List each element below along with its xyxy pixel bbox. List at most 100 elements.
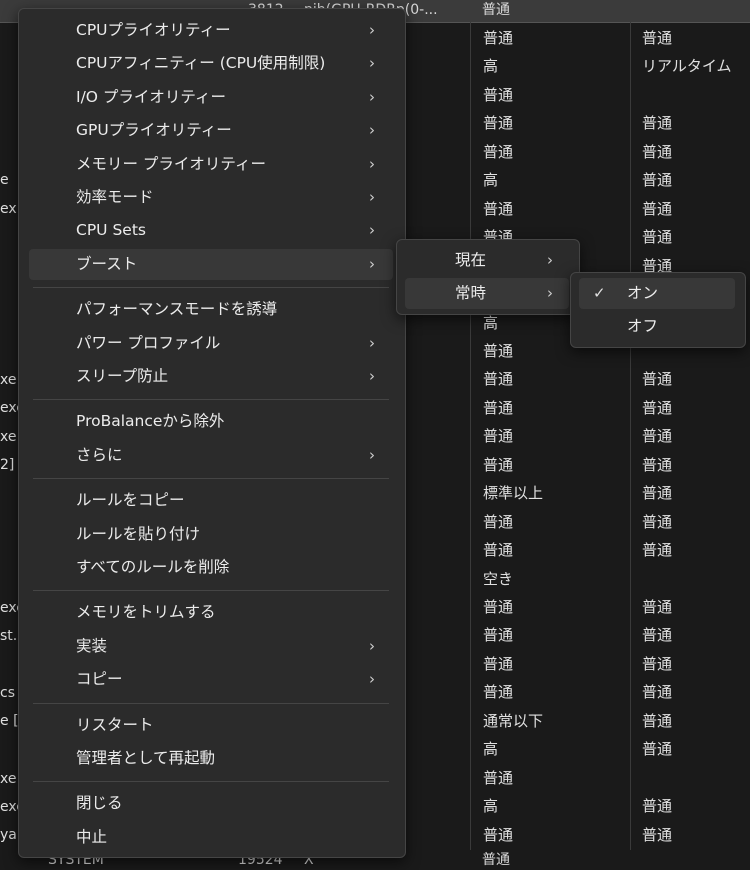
- io-priority-cell: 普通: [642, 711, 673, 730]
- io-priority-cell: 普通: [642, 825, 673, 844]
- menu-item-4-2[interactable]: コピー ›: [29, 664, 393, 695]
- menu-item-label: パワー プロファイル: [76, 333, 221, 352]
- menu-item-label: ブースト: [76, 254, 138, 273]
- chevron-right-icon: ›: [369, 121, 375, 140]
- menu-separator: [33, 478, 389, 480]
- priority-cell: 普通: [483, 768, 514, 787]
- menu-item-0-5[interactable]: 効率モード ›: [29, 182, 393, 213]
- menu-item-0-7[interactable]: ブースト ›: [29, 248, 393, 280]
- io-priority-cell: 普通: [642, 683, 673, 702]
- menu-item-0-1[interactable]: CPUアフィニティー (CPU使用制限) ›: [29, 48, 393, 79]
- boost-submenu: 現在 › 常時 ›: [396, 239, 580, 315]
- io-priority-cell: 普通: [642, 626, 673, 645]
- menu-item-3-0[interactable]: ルールをコピー: [29, 485, 393, 516]
- menu-item-label: CPUプライオリティー: [76, 21, 231, 39]
- menu-item-3-1[interactable]: ルールを貼り付け: [29, 519, 393, 550]
- io-priority-cell: 普通: [642, 654, 673, 673]
- priority-cell: 普通: [483, 683, 514, 702]
- always-item-1[interactable]: オフ: [579, 311, 735, 342]
- menu-item-label: CPUアフィニティー (CPU使用制限): [76, 54, 326, 73]
- chevron-right-icon: ›: [547, 284, 553, 302]
- io-priority-cell: 普通: [642, 455, 673, 474]
- menu-item-0-3[interactable]: GPUプライオリティー ›: [29, 115, 393, 146]
- io-priority-cell: 普通: [642, 541, 673, 560]
- process-name-fragment: xe: [0, 771, 17, 787]
- priority-cell: 標準以上: [483, 484, 544, 503]
- menu-item-label: さらに: [76, 445, 123, 464]
- io-priority-cell: 普通: [642, 171, 673, 190]
- boost-item-label: 常時: [455, 284, 487, 302]
- menu-item-5-0[interactable]: リスタート: [29, 710, 393, 741]
- menu-separator: [33, 399, 389, 401]
- process-name-fragment: st.: [0, 628, 18, 644]
- io-priority-cell: 普通: [642, 484, 673, 503]
- menu-item-label: I/O プライオリティー: [76, 87, 226, 106]
- io-priority-cell: 普通: [642, 199, 673, 218]
- menu-item-label: コピー: [76, 670, 123, 689]
- menu-item-label: CPU Sets: [76, 221, 146, 240]
- chevron-right-icon: ›: [369, 54, 375, 73]
- menu-item-4-0[interactable]: メモリをトリムする: [29, 597, 393, 628]
- menu-item-0-6[interactable]: CPU Sets ›: [29, 215, 393, 246]
- menu-item-1-2[interactable]: スリープ防止 ›: [29, 361, 393, 392]
- menu-item-6-0[interactable]: 閉じる: [29, 788, 393, 819]
- menu-item-2-1[interactable]: さらに ›: [29, 440, 393, 471]
- menu-item-label: 実装: [76, 636, 108, 655]
- menu-item-6-1[interactable]: 中止: [29, 822, 393, 853]
- menu-item-label: 管理者として再起動: [76, 749, 216, 767]
- priority-cell: 普通: [483, 512, 514, 531]
- priority-cell: 普通: [483, 541, 514, 560]
- io-priority-cell: 普通: [642, 797, 673, 816]
- priority-cell: 普通: [483, 626, 514, 645]
- priority-cell: 普通: [483, 455, 514, 474]
- priority-cell: 普通: [483, 654, 514, 673]
- always-item-label: オフ: [627, 317, 659, 335]
- io-priority-cell: 普通: [642, 114, 673, 133]
- menu-item-label: メモリー プライオリティー: [76, 154, 266, 173]
- chevron-right-icon: ›: [369, 21, 375, 39]
- menu-item-1-1[interactable]: パワー プロファイル ›: [29, 328, 393, 359]
- priority-cell: 普通: [483, 825, 514, 844]
- process-name-fragment: xe: [0, 372, 17, 388]
- priority-cell: 普通: [483, 341, 514, 360]
- menu-item-0-4[interactable]: メモリー プライオリティー ›: [29, 149, 393, 180]
- priority-cell: 空き: [483, 569, 514, 588]
- io-priority-cell: 普通: [642, 370, 673, 389]
- priority-cell: 高: [483, 797, 499, 816]
- priority-cell: 普通: [483, 427, 514, 446]
- priority-cell: 普通: [483, 398, 514, 417]
- io-priority-cell: 普通: [642, 228, 673, 247]
- priority-cell: 普通: [483, 142, 514, 161]
- chevron-right-icon: ›: [547, 251, 553, 269]
- priority-cell: 普通: [483, 199, 514, 218]
- menu-item-label: ProBalanceから除外: [76, 412, 225, 431]
- priority-cell: 普通: [483, 598, 514, 616]
- priority-cell: 通常以下: [483, 711, 544, 730]
- menu-item-0-0[interactable]: CPUプライオリティー ›: [29, 15, 393, 46]
- chevron-right-icon: ›: [369, 367, 375, 385]
- io-priority-cell: 普通: [642, 398, 673, 417]
- priority-cell: 普通: [483, 370, 514, 389]
- priority-cell: 普通: [483, 29, 514, 47]
- io-priority-cell: 普通: [642, 740, 673, 759]
- process-name-fragment: xe: [0, 429, 17, 445]
- chevron-right-icon: ›: [369, 636, 375, 655]
- menu-item-1-0[interactable]: パフォーマンスモードを誘導: [29, 294, 393, 325]
- bottom-cell-priority: 普通: [482, 852, 510, 868]
- menu-item-5-1[interactable]: 管理者として再起動: [29, 743, 393, 774]
- menu-item-label: 閉じる: [76, 794, 123, 813]
- menu-item-label: GPUプライオリティー: [76, 121, 232, 140]
- menu-item-label: ルールを貼り付け: [76, 524, 201, 543]
- always-item-0[interactable]: ✓ オン: [579, 278, 735, 309]
- boost-item-0[interactable]: 現在 ›: [405, 245, 569, 276]
- menu-item-0-2[interactable]: I/O プライオリティー ›: [29, 82, 393, 113]
- io-priority-cell: リアルタイム: [642, 57, 732, 76]
- menu-item-3-2[interactable]: すべてのルールを削除: [29, 552, 393, 583]
- menu-item-2-0[interactable]: ProBalanceから除外: [29, 406, 393, 437]
- boost-item-1[interactable]: 常時 ›: [405, 278, 569, 309]
- menu-item-4-1[interactable]: 実装 ›: [29, 631, 393, 662]
- priority-cell: 高: [483, 171, 499, 190]
- process-name-fragment: cs: [0, 685, 15, 701]
- chevron-right-icon: ›: [369, 221, 375, 240]
- top-cell-priority: 普通: [482, 2, 510, 18]
